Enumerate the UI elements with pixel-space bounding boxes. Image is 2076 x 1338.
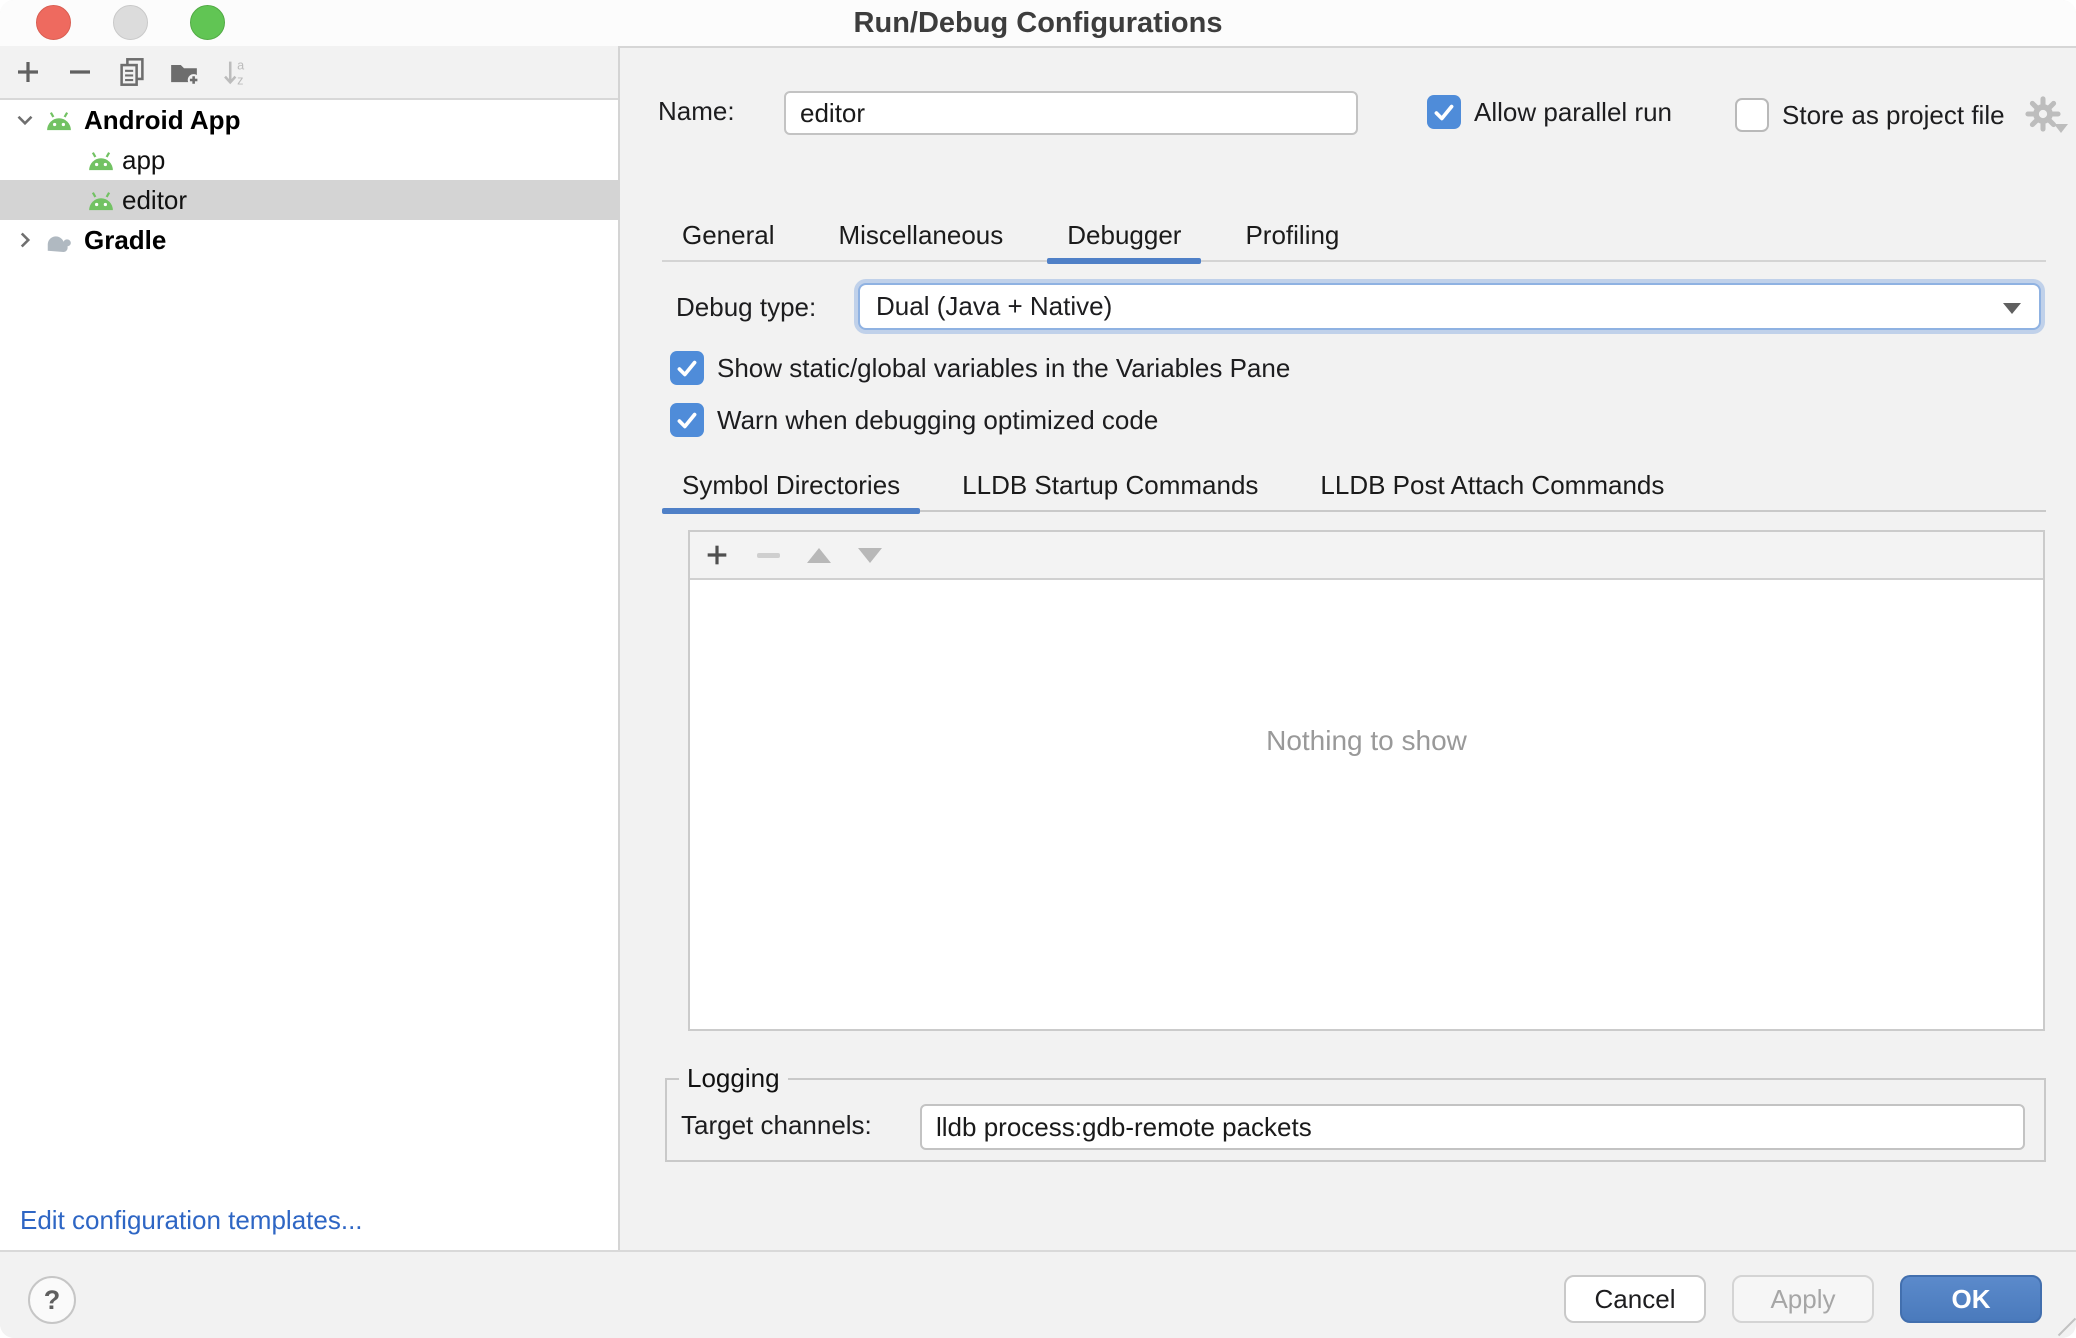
chevron-right-icon[interactable]	[12, 227, 38, 260]
tree-item-label: app	[122, 145, 165, 176]
name-label: Name:	[658, 96, 735, 127]
footer-buttons: Cancel Apply OK	[1564, 1275, 2042, 1323]
symbol-directories-table: Nothing to show	[688, 530, 2045, 1031]
configuration-editor-panel: Name: Allow parallel run Store as projec…	[620, 46, 2076, 1250]
android-icon	[86, 189, 116, 220]
titlebar: Run/Debug Configurations	[0, 0, 2076, 48]
sidebar-toolbar: az	[0, 46, 618, 100]
store-as-project-file-checkbox[interactable]	[1735, 98, 1769, 132]
dropdown-arrow-icon	[2003, 303, 2021, 314]
tab-debugger[interactable]: Debugger	[1047, 210, 1201, 260]
table-add-icon[interactable]	[702, 540, 732, 570]
store-settings-gear-icon[interactable]	[2024, 95, 2064, 135]
close-window-button[interactable]	[36, 5, 71, 40]
subtab-lldb-startup-commands[interactable]: LLDB Startup Commands	[942, 460, 1278, 510]
configurations-sidebar: az Android App app	[0, 46, 620, 1250]
target-channels-input[interactable]	[920, 1104, 2025, 1150]
copy-configuration-icon[interactable]	[117, 57, 147, 87]
ok-button[interactable]: OK	[1900, 1275, 2042, 1323]
window-title: Run/Debug Configurations	[0, 0, 2076, 46]
table-move-up-icon[interactable]	[804, 540, 834, 570]
allow-parallel-run-checkbox[interactable]	[1427, 95, 1461, 129]
warn-debugging-optimized-code-label: Warn when debugging optimized code	[717, 405, 1158, 436]
dialog-footer: ? Cancel Apply OK	[0, 1250, 2076, 1338]
tree-item-label: Android App	[84, 105, 240, 136]
store-as-project-file-option[interactable]: Store as project file	[1735, 95, 2064, 135]
sort-configurations-icon[interactable]: az	[221, 57, 251, 87]
add-configuration-icon[interactable]	[13, 57, 43, 87]
edit-configuration-templates-link[interactable]: Edit configuration templates...	[20, 1205, 363, 1236]
logging-legend: Logging	[679, 1063, 788, 1094]
minimize-window-button[interactable]	[113, 5, 148, 40]
help-question-icon: ?	[44, 1285, 61, 1316]
logging-group: Logging Target channels:	[665, 1078, 2046, 1162]
help-button[interactable]: ?	[28, 1276, 76, 1324]
tree-item-editor[interactable]: editor	[0, 180, 618, 220]
allow-parallel-run-label: Allow parallel run	[1474, 97, 1672, 128]
debug-type-dropdown[interactable]: Dual (Java + Native)	[858, 283, 2041, 330]
chevron-down-icon[interactable]	[12, 107, 38, 140]
zoom-window-button[interactable]	[190, 5, 225, 40]
tree-item-android-app[interactable]: Android App	[0, 100, 618, 140]
apply-button[interactable]: Apply	[1732, 1275, 1874, 1323]
show-static-global-variables-label: Show static/global variables in the Vari…	[717, 353, 1290, 384]
resize-grip[interactable]	[2058, 1318, 2076, 1336]
lldb-subtabs: Symbol Directories LLDB Startup Commands…	[662, 460, 2046, 512]
name-input[interactable]	[784, 91, 1358, 135]
android-icon	[86, 149, 116, 180]
subtab-lldb-post-attach-commands[interactable]: LLDB Post Attach Commands	[1300, 460, 1684, 510]
android-icon	[44, 109, 74, 140]
svg-text:a: a	[237, 59, 245, 73]
store-as-project-file-label: Store as project file	[1782, 100, 2005, 131]
tab-profiling[interactable]: Profiling	[1225, 210, 1359, 260]
tree-item-label: editor	[122, 185, 187, 216]
table-remove-icon[interactable]	[753, 540, 783, 570]
remove-configuration-icon[interactable]	[65, 57, 95, 87]
configuration-tabs: General Miscellaneous Debugger Profiling	[662, 210, 2046, 262]
run-debug-configurations-dialog: Run/Debug Configurations az	[0, 0, 2076, 1338]
show-static-global-variables-checkbox[interactable]	[670, 351, 704, 385]
subtab-symbol-directories[interactable]: Symbol Directories	[662, 460, 920, 510]
warn-debugging-optimized-code-option[interactable]: Warn when debugging optimized code	[670, 403, 1158, 437]
svg-text:z: z	[237, 74, 243, 87]
allow-parallel-run-option[interactable]: Allow parallel run	[1427, 95, 1672, 129]
cancel-button[interactable]: Cancel	[1564, 1275, 1706, 1323]
traffic-lights	[36, 5, 225, 40]
table-move-down-icon[interactable]	[855, 540, 885, 570]
symbol-table-toolbar	[690, 532, 2043, 580]
tree-item-gradle[interactable]: Gradle	[0, 220, 618, 260]
new-folder-icon[interactable]	[169, 57, 199, 87]
tab-general[interactable]: General	[662, 210, 795, 260]
configurations-tree: Android App app editor	[0, 100, 618, 260]
target-channels-label: Target channels:	[681, 1110, 872, 1141]
tab-miscellaneous[interactable]: Miscellaneous	[819, 210, 1024, 260]
warn-debugging-optimized-code-checkbox[interactable]	[670, 403, 704, 437]
gear-caret-icon	[2054, 124, 2068, 133]
debug-type-label: Debug type:	[676, 292, 816, 323]
gradle-elephant-icon	[44, 229, 74, 260]
empty-table-message: Nothing to show	[690, 725, 2043, 757]
tree-item-label: Gradle	[84, 225, 166, 256]
debug-type-value: Dual (Java + Native)	[876, 291, 1112, 322]
show-static-global-variables-option[interactable]: Show static/global variables in the Vari…	[670, 351, 1290, 385]
tree-item-app[interactable]: app	[0, 140, 618, 180]
